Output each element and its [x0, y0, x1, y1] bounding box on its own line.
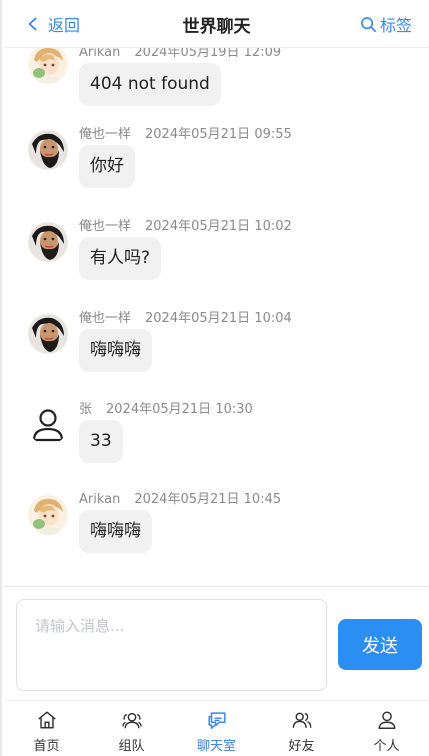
message-meta: Arikan 2024年05月21日 10:45	[79, 488, 281, 507]
bearded-avatar[interactable]	[28, 130, 68, 170]
friends-icon	[292, 712, 311, 728]
message-input[interactable]	[16, 599, 327, 691]
tab-friends[interactable]: 好友	[259, 701, 344, 756]
tab-label: 好友	[288, 739, 315, 754]
message-bubble: 33	[79, 420, 123, 463]
bottom-tab-bar: 首页 组队 聊天室 好友 个人	[4, 700, 429, 756]
tab-label: 聊天室	[196, 739, 236, 754]
back-button[interactable]: 返回	[26, 12, 80, 36]
message-bubble: 你好	[79, 145, 135, 188]
tab-label: 组队	[118, 739, 145, 754]
tab-label: 个人	[373, 739, 400, 754]
search-icon	[361, 16, 376, 32]
message-meta: 俺也一样 2024年05月21日 10:02	[79, 215, 292, 234]
bearded-avatar[interactable]	[28, 314, 68, 354]
tab-chat[interactable]: 聊天室	[174, 701, 259, 756]
message-item: Arikan 2024年05月19日 12:09 404 not found	[4, 44, 429, 128]
send-button[interactable]: 发送	[338, 619, 422, 670]
message-time: 2024年05月21日 10:45	[134, 492, 282, 507]
user-outline-icon[interactable]	[28, 405, 68, 445]
tab-label: 首页	[33, 739, 60, 754]
tab-team[interactable]: 组队	[89, 701, 174, 756]
sender-name: 俺也一样	[79, 219, 132, 234]
message-time: 2024年05月21日 10:30	[106, 402, 253, 417]
tag-search-button[interactable]: 标签	[360, 12, 412, 36]
message-meta: 俺也一样 2024年05月21日 10:04	[79, 307, 292, 326]
message-time: 2024年05月21日 10:04	[145, 311, 292, 326]
team-icon	[121, 712, 142, 729]
chevron-left-icon	[28, 17, 37, 31]
message-item: 张 2024年05月21日 10:30 33	[4, 402, 429, 485]
message-time: 2024年05月21日 10:02	[145, 219, 292, 234]
message-bubble: 嗨嗨嗨	[79, 510, 152, 553]
home-icon	[37, 711, 56, 729]
top-nav-bar: 返回 世界聊天 标签	[4, 0, 429, 48]
message-item: 俺也一样 2024年05月21日 09:55 你好	[4, 127, 429, 210]
message-meta: 张 2024年05月21日 10:30	[79, 398, 253, 417]
sender-name: 俺也一样	[79, 311, 132, 326]
tab-home[interactable]: 首页	[4, 701, 89, 756]
tab-profile[interactable]: 个人	[344, 701, 429, 756]
message-bubble: 嗨嗨嗨	[79, 329, 152, 372]
message-time: 2024年05月21日 09:55	[145, 127, 292, 142]
sender-name: 俺也一样	[79, 127, 132, 142]
sender-name: 张	[79, 402, 93, 417]
anime-avatar[interactable]	[28, 44, 68, 84]
message-item: 俺也一样 2024年05月21日 10:04 嗨嗨嗨	[4, 311, 429, 394]
profile-icon	[377, 711, 396, 729]
chat-icon	[207, 712, 226, 729]
anime-avatar[interactable]	[28, 495, 68, 535]
tag-label: 标签	[379, 16, 412, 35]
message-bubble: 有人吗?	[79, 237, 162, 280]
message-meta: 俺也一样 2024年05月21日 09:55	[79, 123, 292, 142]
sender-name: Arikan	[79, 492, 121, 507]
bearded-avatar[interactable]	[28, 222, 68, 262]
message-item: Arikan 2024年05月21日 10:45 嗨嗨嗨	[4, 492, 429, 575]
app-frame: Arikan 2024年05月19日 12:09 404 not found 俺也…	[0, 0, 429, 756]
message-list[interactable]: Arikan 2024年05月19日 12:09 404 not found 俺也…	[4, 0, 429, 586]
message-item: 俺也一样 2024年05月21日 10:02 有人吗?	[4, 219, 429, 302]
message-bubble: 404 not found	[79, 63, 221, 106]
back-label: 返回	[48, 16, 81, 35]
message-composer: 发送	[4, 586, 429, 700]
